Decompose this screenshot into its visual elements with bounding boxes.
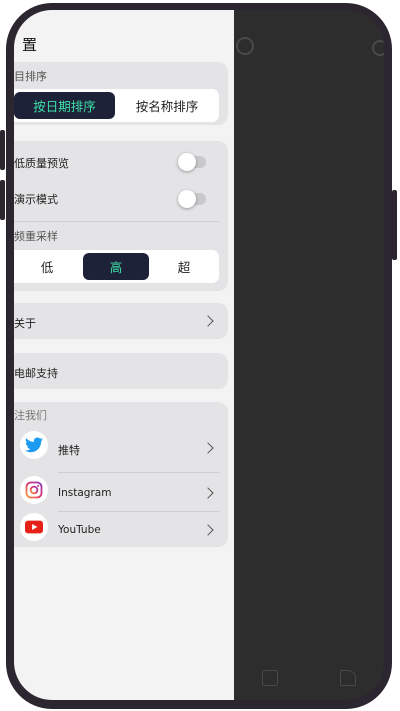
- chevron-right-icon: [202, 487, 214, 499]
- twitter-label: 推特: [58, 444, 80, 457]
- resample-low-option[interactable]: 低: [14, 253, 80, 280]
- toggle-knob: [178, 153, 196, 171]
- demo-mode-toggle[interactable]: [178, 190, 206, 208]
- youtube-label: YouTube: [58, 524, 101, 536]
- sort-by-date-option[interactable]: 按日期排序: [14, 92, 115, 119]
- settings-icon[interactable]: [236, 37, 254, 55]
- power-button: [392, 190, 397, 260]
- chevron-right-icon: [202, 442, 214, 454]
- gallery-icon[interactable]: [262, 670, 278, 686]
- divider: [58, 511, 220, 512]
- about-label: 关于: [14, 317, 36, 330]
- profile-icon[interactable]: [372, 40, 384, 56]
- toggle-knob: [178, 190, 196, 208]
- chevron-right-icon: [202, 524, 214, 536]
- divider: [14, 221, 219, 222]
- divider: [58, 472, 220, 473]
- youtube-icon: [20, 513, 48, 541]
- email-support-row[interactable]: 电邮支持: [14, 353, 228, 389]
- demo-mode-label: 演示模式: [14, 193, 58, 206]
- resample-ultra-option[interactable]: 超: [151, 253, 217, 280]
- sort-card: 目排序 按日期排序 按名称排序: [14, 62, 228, 125]
- shapes-icon[interactable]: [340, 670, 356, 686]
- volume-down-button: [0, 180, 5, 220]
- instagram-label: Instagram: [58, 487, 112, 499]
- instagram-icon: [20, 476, 48, 504]
- follow-us-card: 注我们 推特 Instagram YouTube: [14, 402, 228, 547]
- low-quality-preview-label: 低质量预览: [14, 157, 69, 170]
- follow-us-label: 注我们: [14, 409, 47, 422]
- sort-section-label: 目排序: [14, 70, 47, 83]
- resample-label: 频重采样: [14, 230, 58, 243]
- page-title: 置: [22, 36, 38, 54]
- settings-drawer: 置 目排序 按日期排序 按名称排序 低质量预览 演示模式 频重采样 低 高 超: [14, 10, 234, 700]
- twitter-bird-icon: [20, 431, 48, 459]
- chevron-right-icon: [202, 315, 214, 327]
- preview-card: 低质量预览 演示模式 频重采样 低 高 超: [14, 141, 228, 291]
- low-quality-preview-toggle[interactable]: [178, 153, 206, 171]
- resample-high-option[interactable]: 高: [83, 253, 149, 280]
- volume-up-button: [0, 130, 5, 170]
- sort-segmented-control: 按日期排序 按名称排序: [14, 89, 219, 122]
- resample-segmented-control: 低 高 超: [14, 250, 219, 283]
- about-row[interactable]: 关于: [14, 303, 228, 339]
- screen: 置 目排序 按日期排序 按名称排序 低质量预览 演示模式 频重采样 低 高 超: [14, 10, 384, 700]
- dimmed-overlay[interactable]: [234, 10, 384, 700]
- email-support-label: 电邮支持: [14, 367, 58, 380]
- sort-by-name-option[interactable]: 按名称排序: [117, 92, 217, 119]
